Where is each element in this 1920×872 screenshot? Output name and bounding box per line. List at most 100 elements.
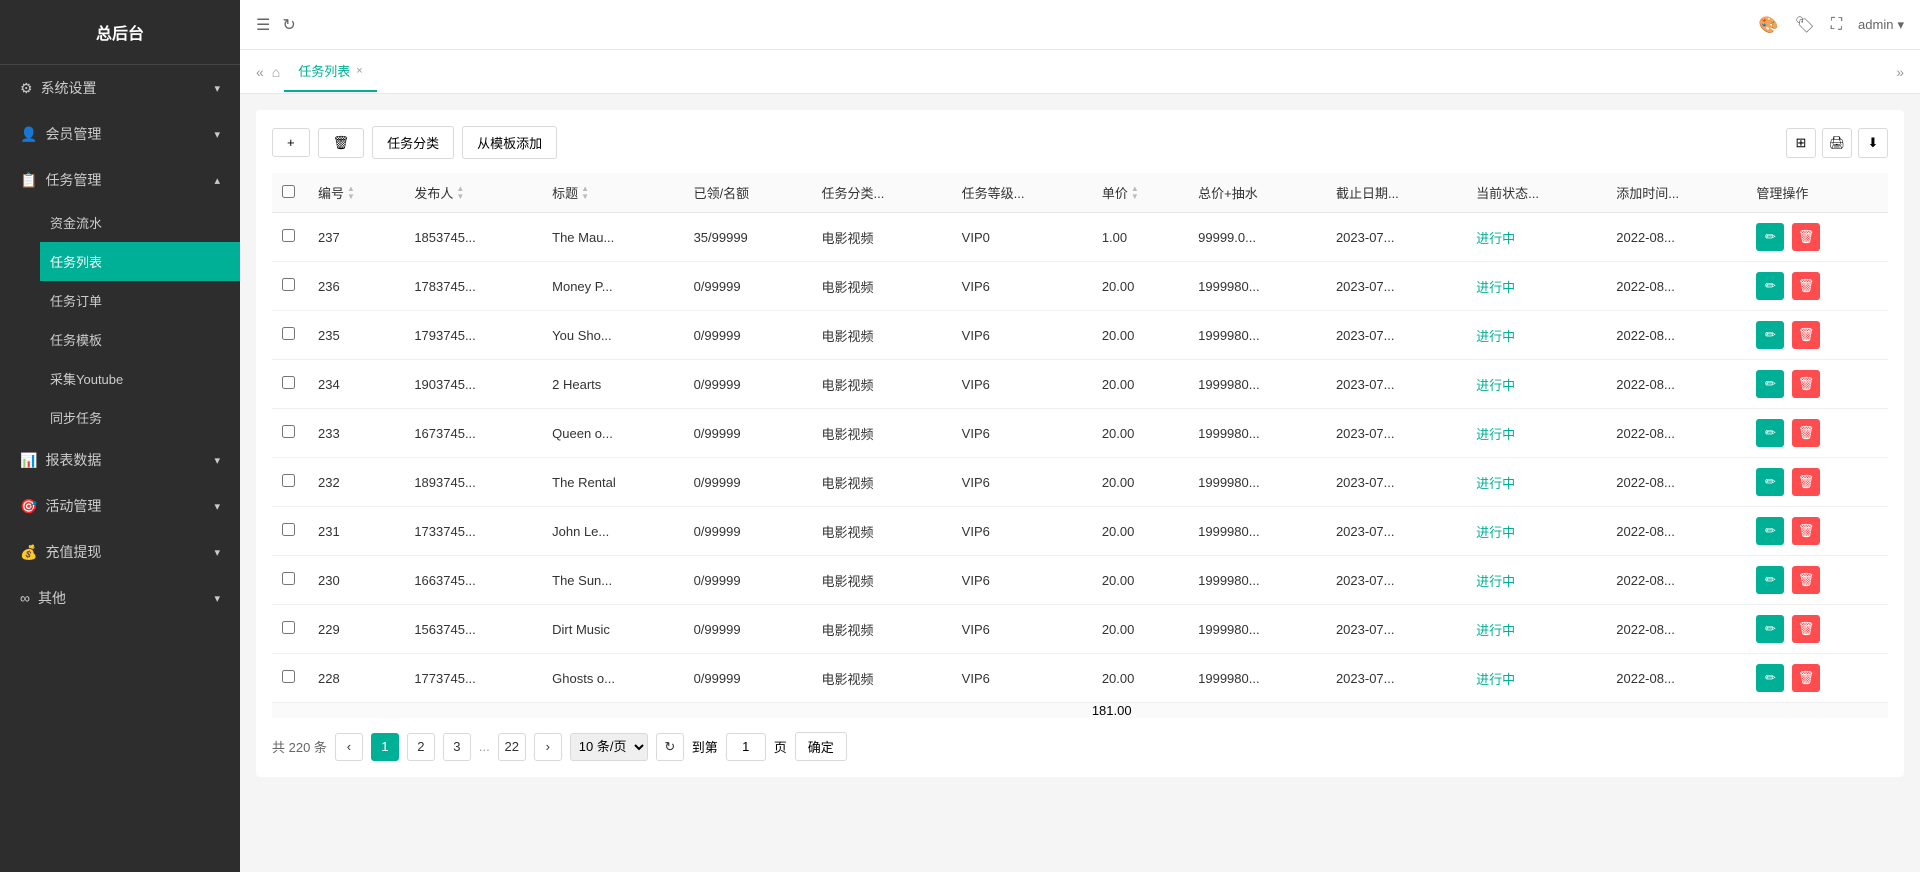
classify-button[interactable]: 任务分类 — [372, 126, 454, 159]
edit-button[interactable]: ✏ — [1756, 223, 1784, 251]
tab-close-icon[interactable]: × — [356, 65, 362, 77]
back-icon[interactable]: « — [256, 64, 264, 80]
sidebar-item-activity[interactable]: 🎯 活动管理 ▾ — [0, 483, 240, 529]
row-level: VIP6 — [952, 409, 1092, 458]
next-page-button[interactable]: › — [534, 733, 562, 761]
edit-button[interactable]: ✏ — [1756, 566, 1784, 594]
row-checkbox-cell[interactable] — [272, 360, 308, 409]
palette-icon[interactable]: 🎨 — [1759, 15, 1779, 35]
last-page-button[interactable]: 22 — [498, 733, 526, 761]
grid-view-button[interactable]: ⊞ — [1786, 128, 1816, 158]
delete-row-button[interactable]: 🗑 — [1792, 615, 1820, 643]
sidebar-item-task[interactable]: 📋 任务管理 ▴ — [0, 157, 240, 203]
col-status: 当前状态... — [1466, 173, 1606, 213]
row-actions: ✏ 🗑 — [1746, 458, 1888, 507]
add-button[interactable]: + — [272, 128, 310, 157]
row-checkbox[interactable] — [282, 572, 295, 585]
edit-button[interactable]: ✏ — [1756, 272, 1784, 300]
sidebar-item-youtube[interactable]: 采集Youtube — [40, 359, 240, 398]
row-deadline: 2023-07... — [1326, 507, 1466, 556]
export-button[interactable]: ⬇ — [1858, 128, 1888, 158]
delete-row-button[interactable]: 🗑 — [1792, 223, 1820, 251]
report-icon: 📊 — [20, 452, 37, 469]
sidebar-item-taskorder[interactable]: 任务订单 — [40, 281, 240, 320]
print-button[interactable]: 🖨 — [1822, 128, 1852, 158]
tag-icon[interactable]: 🏷 — [1795, 15, 1815, 35]
delete-row-button[interactable]: 🗑 — [1792, 272, 1820, 300]
row-checkbox-cell[interactable] — [272, 556, 308, 605]
delete-row-button[interactable]: 🗑 — [1792, 664, 1820, 692]
sidebar-item-other[interactable]: ∞ 其他 ▾ — [0, 575, 240, 621]
system-icon: ⚙ — [20, 80, 33, 97]
delete-row-button[interactable]: 🗑 — [1792, 517, 1820, 545]
row-checkbox[interactable] — [282, 376, 295, 389]
row-actions: ✏ 🗑 — [1746, 556, 1888, 605]
delete-row-button[interactable]: 🗑 — [1792, 419, 1820, 447]
sidebar-item-tasktemplate[interactable]: 任务模板 — [40, 320, 240, 359]
row-checkbox-cell[interactable] — [272, 458, 308, 507]
row-checkbox[interactable] — [282, 278, 295, 291]
menu-icon[interactable]: ☰ — [256, 15, 270, 35]
edit-button[interactable]: ✏ — [1756, 664, 1784, 692]
per-page-select[interactable]: 10 条/页 20 条/页 50 条/页 — [570, 733, 648, 761]
row-publisher: 1903745... — [404, 360, 542, 409]
delete-row-button[interactable]: 🗑 — [1792, 566, 1820, 594]
row-checkbox-cell[interactable] — [272, 213, 308, 262]
export-icon: ⬇ — [1868, 135, 1879, 151]
sidebar-item-member[interactable]: 👤 会员管理 ▾ — [0, 111, 240, 157]
refresh-button[interactable]: ↻ — [656, 733, 684, 761]
page-1-button[interactable]: 1 — [371, 733, 399, 761]
row-checkbox-cell[interactable] — [272, 262, 308, 311]
row-checkbox-cell[interactable] — [272, 654, 308, 703]
row-checkbox-cell[interactable] — [272, 311, 308, 360]
row-checkbox-cell[interactable] — [272, 605, 308, 654]
col-price[interactable]: 单价 ▲▼ — [1092, 173, 1188, 213]
row-checkbox-cell[interactable] — [272, 507, 308, 556]
home-icon[interactable]: ⌂ — [272, 64, 280, 80]
page-2-button[interactable]: 2 — [407, 733, 435, 761]
admin-menu[interactable]: admin ▾ — [1858, 17, 1904, 33]
table-total-row: 181.00 — [272, 703, 1888, 719]
row-checkbox[interactable] — [282, 474, 295, 487]
col-publisher[interactable]: 发布人 ▲▼ — [404, 173, 542, 213]
edit-button[interactable]: ✏ — [1756, 321, 1784, 349]
row-checkbox[interactable] — [282, 425, 295, 438]
edit-button[interactable]: ✏ — [1756, 419, 1784, 447]
expand-icon[interactable]: ⛶ — [1831, 16, 1842, 34]
table-row: 228 1773745... Ghosts o... 0/99999 电影视频 … — [272, 654, 1888, 703]
page-3-button[interactable]: 3 — [443, 733, 471, 761]
row-checkbox[interactable] — [282, 670, 295, 683]
edit-button[interactable]: ✏ — [1756, 517, 1784, 545]
template-button[interactable]: 从模板添加 — [462, 126, 557, 159]
tabbar-more[interactable]: » — [1896, 64, 1904, 80]
delete-row-button[interactable]: 🗑 — [1792, 321, 1820, 349]
refresh-icon[interactable]: ↻ — [282, 15, 295, 35]
row-price: 20.00 — [1092, 605, 1188, 654]
select-all-checkbox[interactable] — [282, 185, 295, 198]
sidebar-item-capital[interactable]: 资金流水 — [40, 203, 240, 242]
sidebar-item-tasklist[interactable]: 任务列表 — [40, 242, 240, 281]
prev-page-button[interactable]: ‹ — [335, 733, 363, 761]
delete-row-button[interactable]: 🗑 — [1792, 468, 1820, 496]
page-confirm-button[interactable]: 确定 — [795, 732, 847, 761]
delete-row-button[interactable]: 🗑 — [1792, 370, 1820, 398]
row-checkbox[interactable] — [282, 523, 295, 536]
row-checkbox-cell[interactable] — [272, 409, 308, 458]
tab-tasklist[interactable]: 任务列表 × — [284, 51, 376, 92]
sidebar-item-recharge[interactable]: 💰 充值提现 ▾ — [0, 529, 240, 575]
edit-button[interactable]: ✏ — [1756, 468, 1784, 496]
col-id[interactable]: 编号 ▲▼ — [308, 173, 404, 213]
sidebar-item-report[interactable]: 📊 报表数据 ▾ — [0, 437, 240, 483]
col-title[interactable]: 标题 ▲▼ — [542, 173, 683, 213]
edit-button[interactable]: ✏ — [1756, 615, 1784, 643]
row-checkbox[interactable] — [282, 327, 295, 340]
sidebar-item-sync[interactable]: 同步任务 — [40, 398, 240, 437]
row-checkbox[interactable] — [282, 621, 295, 634]
select-all-cell[interactable] — [272, 173, 308, 213]
sidebar-item-system[interactable]: ⚙ 系统设置 ▾ — [0, 65, 240, 111]
row-deadline: 2023-07... — [1326, 262, 1466, 311]
edit-button[interactable]: ✏ — [1756, 370, 1784, 398]
page-goto-input[interactable] — [726, 733, 766, 761]
row-checkbox[interactable] — [282, 229, 295, 242]
delete-button[interactable]: 🗑 — [318, 128, 365, 158]
